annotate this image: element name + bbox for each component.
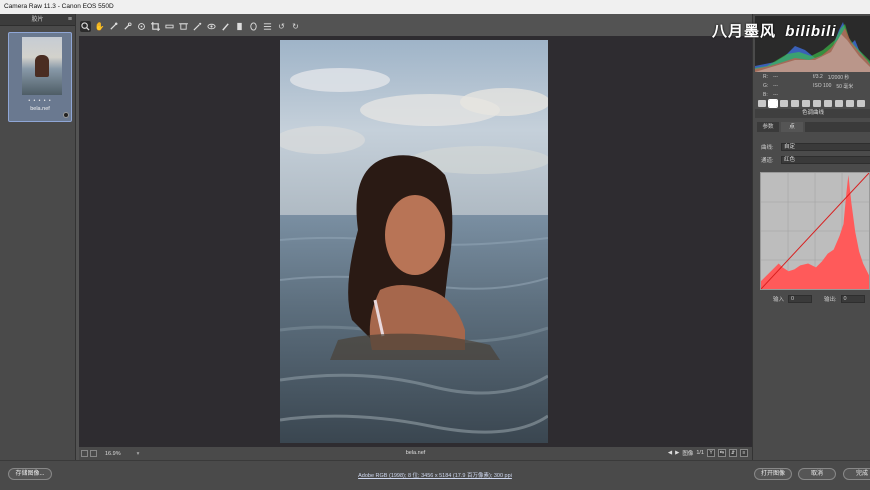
- graduated-filter-icon[interactable]: [234, 21, 245, 32]
- rotate-right-icon[interactable]: ↻: [290, 21, 301, 32]
- target-adjust-icon[interactable]: [136, 21, 147, 32]
- aperture: f/3.2: [813, 74, 823, 80]
- rotate-left-icon[interactable]: ↺: [276, 21, 287, 32]
- preview-photo[interactable]: [280, 40, 548, 443]
- tab-effects-icon[interactable]: [824, 99, 832, 107]
- filmstrip-panel: 胶片 ≡ • • • • • bela.nef: [0, 14, 76, 460]
- white-balance-icon[interactable]: [108, 21, 119, 32]
- filmstrip-title: 胶片: [31, 17, 44, 23]
- image-canvas[interactable]: [79, 36, 752, 447]
- tab-detail-icon[interactable]: [780, 99, 788, 107]
- tone-curve-graph[interactable]: [760, 172, 870, 290]
- tab-snapshots-icon[interactable]: [857, 99, 865, 107]
- input-label: 输入: [773, 296, 785, 303]
- radial-filter-icon[interactable]: [248, 21, 259, 32]
- curve-subtabs: 参数 点: [757, 122, 870, 132]
- tab-presets-icon[interactable]: [846, 99, 854, 107]
- camera-info: R: --- f/3.2 1/2000 秒 G: --- ISO 100 50 …: [763, 74, 869, 98]
- channel-label: 通道:: [761, 157, 774, 164]
- input-output-row: 输入 0 输出: 0: [773, 294, 870, 303]
- zoom-icon[interactable]: [80, 20, 91, 32]
- edited-badge-icon: [63, 112, 69, 118]
- window-title: Camera Raw 11.3 - Canon EOS 550D: [4, 3, 114, 10]
- straighten-icon[interactable]: [164, 21, 175, 32]
- previous-image-icon[interactable]: ◀: [668, 450, 672, 456]
- tab-lens-icon[interactable]: [813, 99, 821, 107]
- filmstrip-header: 胶片 ≡: [0, 14, 75, 26]
- focal-length: 50 毫米: [836, 84, 854, 90]
- r-label: R:: [763, 74, 768, 80]
- curve-preset-select[interactable]: 自定: [781, 142, 870, 151]
- before-after-toggle-icon[interactable]: ⇆: [718, 449, 726, 457]
- camera-raw-window: Camera Raw 11.3 - Canon EOS 550D 胶片 ≡ • …: [0, 0, 870, 490]
- done-button[interactable]: 完成: [843, 468, 870, 480]
- adjustment-brush-icon[interactable]: [220, 21, 231, 32]
- spot-removal-icon[interactable]: [192, 21, 203, 32]
- curve-preset-row: 曲线: 自定: [761, 142, 870, 151]
- iso: ISO 100: [813, 83, 832, 89]
- tab-split-toning-icon[interactable]: [802, 99, 810, 107]
- view-label: 图像: [682, 451, 694, 457]
- shutter-speed: 1/2000 秒: [827, 75, 850, 81]
- input-field[interactable]: 0: [788, 294, 813, 303]
- before-after-y-icon[interactable]: Y: [707, 449, 715, 457]
- panel-title: 色调曲线: [755, 109, 870, 118]
- filmstrip-menu-icon[interactable]: ≡: [68, 14, 72, 26]
- title-bar: Camera Raw 11.3 - Canon EOS 550D: [0, 0, 870, 14]
- r-value: ---: [773, 74, 778, 80]
- tab-basic-icon[interactable]: [758, 99, 766, 107]
- next-image-icon[interactable]: ▶: [675, 450, 679, 456]
- preferences-icon[interactable]: [262, 21, 273, 32]
- tab-point[interactable]: 点: [781, 122, 803, 132]
- before-after-swap-icon[interactable]: ⇵: [729, 449, 737, 457]
- color-sampler-icon[interactable]: [122, 21, 133, 32]
- bilibili-watermark: 八月墨风 bilibili: [712, 20, 837, 41]
- tab-parametric[interactable]: 参数: [757, 122, 779, 132]
- channel-select[interactable]: 红色: [781, 155, 870, 164]
- crop-icon[interactable]: [150, 21, 161, 32]
- thumbnail-rating[interactable]: • • • • •: [9, 98, 71, 104]
- channel-row: 通道: 红色: [761, 155, 870, 164]
- panel-tabs: [755, 98, 870, 108]
- workflow-options-link[interactable]: Adobe RGB (1998); 8 位; 3456 x 5184 (17.9…: [0, 471, 870, 479]
- watermark-text: 八月墨风: [712, 23, 777, 40]
- page-indicator: 1/1: [696, 450, 704, 456]
- adjustments-panel: R: --- f/3.2 1/2000 秒 G: --- ISO 100 50 …: [752, 14, 870, 460]
- g-value: ---: [773, 83, 778, 89]
- curve-label: 曲线:: [761, 144, 774, 151]
- hand-icon[interactable]: ✋: [94, 21, 105, 32]
- thumbnail-filename: bela.nef: [30, 106, 50, 112]
- transform-icon[interactable]: [178, 21, 189, 32]
- tab-tone-curve-icon[interactable]: [768, 98, 778, 108]
- thumbnail-image: [22, 37, 62, 95]
- image-pager: ◀ ▶ 图像 1/1 Y ⇆ ⇵ ≡: [668, 449, 748, 457]
- g-label: G:: [763, 83, 769, 89]
- output-field[interactable]: 0: [840, 294, 865, 303]
- red-eye-icon[interactable]: [206, 21, 217, 32]
- filmstrip-thumbnail[interactable]: • • • • • bela.nef: [8, 32, 72, 122]
- tool-bar: ✋ ↺ ↻: [78, 18, 318, 34]
- tab-hsl-icon[interactable]: [791, 99, 799, 107]
- camera-info-row-1: R: --- f/3.2 1/2000 秒: [763, 74, 869, 83]
- cancel-button[interactable]: 取消: [798, 468, 836, 480]
- open-image-button[interactable]: 打开图像: [754, 468, 792, 480]
- before-after-settings-icon[interactable]: ≡: [740, 449, 748, 457]
- tab-calibration-icon[interactable]: [835, 99, 843, 107]
- output-label: 输出:: [824, 296, 837, 303]
- camera-info-row-2: G: --- ISO 100 50 毫米: [763, 83, 869, 92]
- bottom-bar: 存储图像... Adobe RGB (1998); 8 位; 3456 x 51…: [0, 460, 870, 490]
- file-name-caption: bela.nef: [405, 450, 426, 456]
- canvas-footer: 16.9% ▾ bela.nef ◀ ▶ 图像 1/1 Y ⇆ ⇵ ≡: [79, 447, 752, 460]
- bilibili-logo-icon: bilibili: [785, 23, 837, 40]
